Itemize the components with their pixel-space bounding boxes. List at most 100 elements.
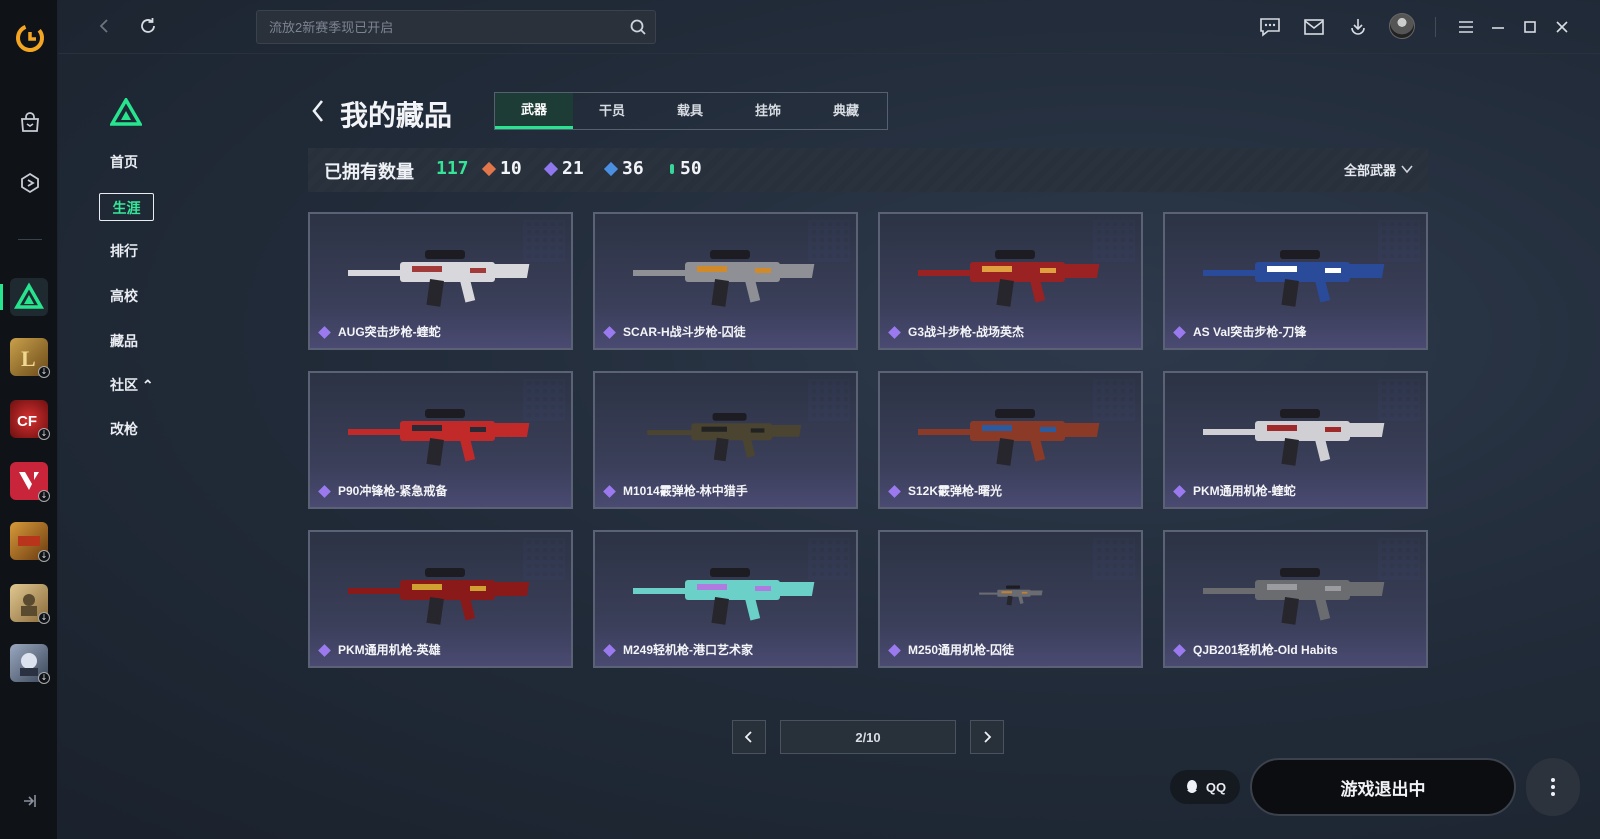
weapon-card[interactable]: P90冲锋枪-紧急戒备 — [308, 371, 573, 509]
weapon-image — [348, 409, 530, 466]
weapon-card[interactable]: QJB201轻机枪-Old Habits — [1163, 530, 1428, 668]
top-bar — [58, 0, 1600, 54]
collection-tabs: 武器 干员 载具 挂饰 典藏 — [494, 92, 888, 130]
close-icon[interactable] — [1550, 15, 1574, 39]
weapon-name: M1014霰弹枪-林中猎手 — [623, 484, 748, 498]
chevron-down-icon[interactable] — [1400, 162, 1414, 176]
rarity-count-value: 50 — [680, 158, 702, 179]
rarity-gem-icon — [318, 644, 331, 657]
rarity-count-value: 10 — [500, 158, 522, 179]
game-pubg-icon[interactable]: ↓ — [10, 584, 50, 624]
left-rail: L ↓ CF ↓ ↓ ↓ ↓ ↓ — [0, 0, 58, 839]
rarity-gem-icon — [481, 161, 497, 176]
maximize-icon[interactable] — [1518, 15, 1542, 39]
game-lol-icon[interactable]: L ↓ — [10, 338, 50, 378]
game-cf-icon[interactable]: CF ↓ — [10, 400, 50, 440]
delta-force-logo-icon — [110, 98, 142, 126]
weapon-card[interactable]: M249轻机枪-港口艺术家 — [593, 530, 858, 668]
weapon-card[interactable]: G3战斗步枪-战场英杰 — [878, 212, 1143, 350]
weapon-card[interactable]: M250通用机枪-囚徒 — [878, 530, 1143, 668]
weapon-name: M249轻机枪-港口艺术家 — [623, 643, 754, 657]
more-icon — [1551, 778, 1555, 796]
nav-item-collection[interactable]: 藏品 — [110, 331, 138, 351]
nav-item-career[interactable]: 生涯 — [99, 193, 154, 221]
game-valorant-icon[interactable]: ↓ — [10, 462, 50, 502]
rarity-gem-icon — [543, 161, 559, 176]
voucher-icon[interactable] — [14, 167, 46, 199]
tab-operators[interactable]: 干员 — [573, 93, 651, 129]
game-dnf-icon[interactable]: ↓ — [10, 522, 50, 562]
prev-page-button[interactable] — [732, 720, 766, 754]
weapon-name: AS Val突击步枪-刀锋 — [1193, 325, 1307, 339]
weapon-image — [348, 250, 530, 307]
weapon-name: PKM通用机枪-蝰蛇 — [1193, 484, 1296, 498]
more-options-button[interactable] — [1526, 758, 1580, 816]
weapon-card[interactable]: M1014霰弹枪-林中猎手 — [593, 371, 858, 509]
store-icon[interactable] — [14, 107, 46, 139]
weapon-card[interactable]: SCAR-H战斗步枪-囚徒 — [593, 212, 858, 350]
rarity-gem-icon — [1173, 644, 1186, 657]
search-input[interactable] — [257, 11, 617, 43]
download-badge-icon: ↓ — [38, 612, 50, 624]
refresh-icon[interactable] — [136, 14, 160, 38]
back-icon[interactable] — [92, 14, 116, 38]
qq-login-button[interactable]: QQ — [1170, 770, 1240, 804]
owned-count-total: 117 — [436, 158, 469, 179]
tab-weapons[interactable]: 武器 — [495, 93, 573, 129]
rarity-count-purple: 21 — [543, 158, 584, 179]
svg-text:L: L — [21, 346, 36, 371]
weapon-image — [918, 409, 1100, 466]
nav-item-ranking[interactable]: 排行 — [110, 241, 138, 261]
weapon-card[interactable]: AS Val突击步枪-刀锋 — [1163, 212, 1428, 350]
nav-item-gunsmith[interactable]: 改枪 — [110, 419, 138, 439]
rarity-gem-icon — [318, 485, 331, 498]
nav-item-home[interactable]: 首页 — [110, 152, 138, 172]
download-badge-icon: ↓ — [38, 490, 50, 502]
qq-icon — [1186, 780, 1197, 793]
download-icon[interactable] — [1346, 15, 1370, 39]
weapon-card[interactable]: PKM通用机枪-英雄 — [308, 530, 573, 668]
rarity-gem-icon — [888, 485, 901, 498]
weapon-card[interactable]: AUG突击步枪-蝰蛇 — [308, 212, 573, 350]
qq-label: QQ — [1205, 779, 1227, 795]
chat-icon[interactable] — [1258, 15, 1282, 39]
owned-count-label: 已拥有数量 — [324, 162, 414, 182]
nav-item-community[interactable]: 社区 ⌃ — [110, 375, 154, 395]
collapse-sidebar-icon[interactable] — [20, 792, 38, 810]
minimize-icon[interactable] — [1486, 15, 1510, 39]
rarity-gem-icon — [603, 161, 619, 176]
rarity-count-orange: 10 — [481, 158, 522, 179]
chevron-left-icon[interactable] — [310, 98, 326, 124]
search-bar — [256, 10, 656, 44]
tab-charms[interactable]: 挂饰 — [729, 93, 807, 129]
weapon-image — [918, 250, 1100, 307]
weapon-card[interactable]: S12K霰弹枪-曙光 — [878, 371, 1143, 509]
download-badge-icon: ↓ — [38, 672, 50, 684]
menu-icon[interactable] — [1454, 15, 1478, 39]
tab-collectibles[interactable]: 典藏 — [807, 93, 885, 129]
weapon-name: SCAR-H战斗步枪-囚徒 — [623, 325, 746, 339]
game-naraka-icon[interactable]: ↓ — [10, 644, 50, 684]
brand-logo-icon[interactable] — [14, 22, 46, 54]
game-status-button[interactable]: 游戏退出中 — [1250, 758, 1516, 816]
tab-vehicles[interactable]: 载具 — [651, 93, 729, 129]
weapon-name: P90冲锋枪-紧急戒备 — [338, 484, 448, 498]
rarity-gem-icon — [603, 644, 616, 657]
nav-item-campus[interactable]: 高校 — [110, 286, 138, 306]
rarity-count-blue: 36 — [603, 158, 644, 179]
owned-stats-bar: 已拥有数量 117 10 21 36 50 全部武器 — [308, 148, 1428, 192]
search-icon[interactable] — [629, 18, 647, 36]
next-page-button[interactable] — [970, 720, 1004, 754]
game-delta-force-icon[interactable] — [10, 278, 48, 316]
mail-icon[interactable] — [1302, 15, 1326, 39]
chevron-right-icon — [984, 731, 992, 743]
page-title: 我的藏品 — [340, 100, 453, 131]
weapon-image — [1203, 409, 1385, 466]
weapon-name: G3战斗步枪-战场英杰 — [908, 325, 1025, 339]
weapon-filter-dropdown[interactable]: 全部武器 — [1344, 160, 1396, 179]
avatar[interactable] — [1389, 13, 1415, 39]
rarity-gem-icon — [1173, 485, 1186, 498]
weapon-name: AUG突击步枪-蝰蛇 — [338, 325, 441, 339]
rarity-gem-icon — [318, 326, 331, 339]
weapon-card[interactable]: PKM通用机枪-蝰蛇 — [1163, 371, 1428, 509]
